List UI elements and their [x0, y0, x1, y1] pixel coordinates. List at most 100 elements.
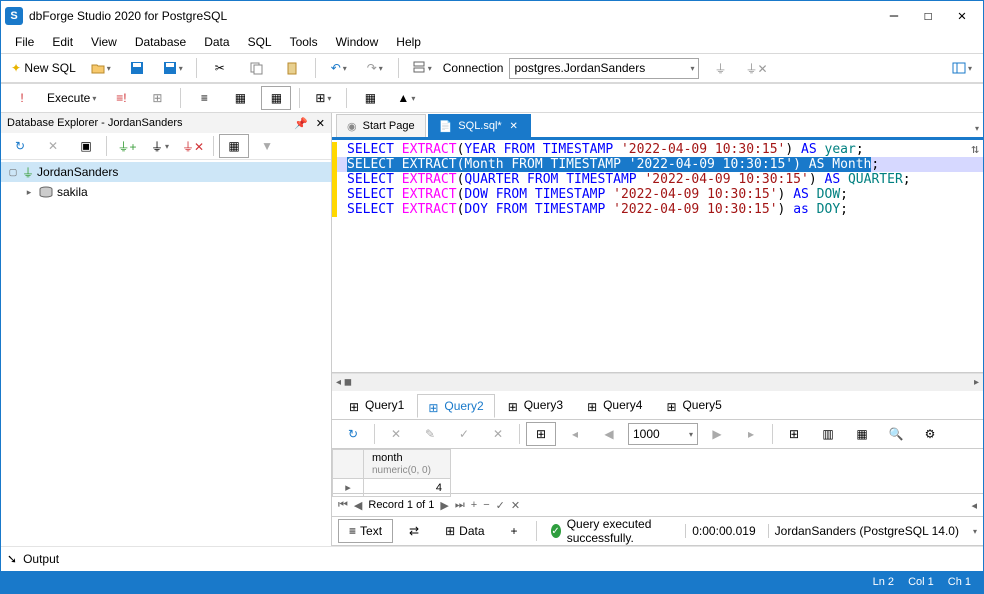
expand-icon[interactable]: ▢ [7, 167, 19, 178]
code-line[interactable]: SELECT EXTRACT(DOW FROM TIMESTAMP '2022-… [332, 187, 983, 202]
result-grid[interactable]: monthnumeric(0, 0) ▸4 [332, 449, 983, 494]
execute-button[interactable]: Execute▾ [43, 86, 100, 110]
pin-icon[interactable]: 📌 [294, 117, 308, 130]
result-tab-query5[interactable]: ⊞Query5 [655, 393, 732, 417]
new-sql-button[interactable]: ✦ New SQL [7, 56, 80, 80]
connection-select[interactable]: postgres.JordanSanders▾ [509, 58, 699, 79]
refresh-icon[interactable]: ↻ [5, 134, 35, 158]
result-tab-query1[interactable]: ⊞Query1 [338, 393, 415, 417]
result-tab-query2[interactable]: ⊞Query2 [417, 394, 494, 418]
column-header[interactable]: month [372, 452, 403, 464]
conn-props-icon[interactable]: ⏚▾ [145, 134, 175, 158]
tree-connection-node[interactable]: ▢ ⏚ JordanSanders [1, 162, 331, 182]
layout-button[interactable]: ▾ [947, 56, 977, 80]
save-button[interactable] [122, 56, 152, 80]
cut-button[interactable]: ✂ [205, 56, 235, 80]
grid-mode-icon[interactable]: ⊞ [526, 422, 556, 446]
filter-icon[interactable]: ▼ [252, 134, 282, 158]
cancel-grid-icon[interactable]: ✕ [381, 422, 411, 446]
menu-window[interactable]: Window [328, 33, 387, 51]
format-icon[interactable]: ≡ [189, 86, 219, 110]
debug-icon[interactable]: ⊞ [142, 86, 172, 110]
expand-icon[interactable]: ▸ [23, 187, 35, 198]
tab-start-page[interactable]: ◉ Start Page [336, 114, 426, 137]
output-panel-tab[interactable]: ➘ Output [1, 546, 983, 571]
nav-commit-icon[interactable]: ✓ [496, 499, 505, 512]
result-tab-query3[interactable]: ⊞Query3 [497, 393, 574, 417]
find-icon[interactable]: 🔍 [881, 422, 911, 446]
refresh-grid-icon[interactable]: ↻ [338, 422, 368, 446]
prev-page-icon[interactable]: ◀ [594, 422, 624, 446]
stop-button[interactable]: ! [7, 86, 37, 110]
schema-icon[interactable]: ⊞▾ [308, 86, 338, 110]
tree-db-node[interactable]: ▸ sakila [1, 182, 331, 202]
card-view-icon[interactable]: ▥ [813, 422, 843, 446]
commit-icon[interactable]: ✓ [449, 422, 479, 446]
nav-first-icon[interactable]: ⏮ [338, 499, 348, 512]
collapse-icon[interactable]: ▣ [71, 134, 101, 158]
menu-database[interactable]: Database [127, 33, 194, 51]
data-tab[interactable]: ⊞Data [435, 520, 494, 542]
menu-tools[interactable]: Tools [282, 33, 326, 51]
code-line[interactable]: SELECT EXTRACT(YEAR FROM TIMESTAMP '2022… [332, 142, 983, 157]
page-size-input[interactable]: 1000▾ [628, 423, 698, 445]
open-button[interactable]: ▾ [86, 56, 116, 80]
toggle-icon[interactable]: ▦ [261, 86, 291, 110]
connection-icon[interactable]: ▾ [407, 56, 437, 80]
unplug-icon[interactable]: ⏚✕ [741, 56, 771, 80]
menu-help[interactable]: Help [388, 33, 429, 51]
tab-menu-icon[interactable]: ▾ [971, 120, 983, 137]
export-icon[interactable]: ▦ [355, 86, 385, 110]
menu-edit[interactable]: Edit [44, 33, 81, 51]
new-conn-icon[interactable]: ⏚+ [112, 134, 142, 158]
text-tab[interactable]: ≡Text [338, 519, 393, 543]
rollback-icon[interactable]: ✕ [483, 422, 513, 446]
first-page-icon[interactable]: ◂ [560, 422, 590, 446]
nav-add-icon[interactable]: + [471, 499, 477, 511]
nav-cancel-icon[interactable]: ✕ [511, 499, 520, 512]
swap-tab[interactable]: ⇄ [399, 520, 429, 542]
nav-del-icon[interactable]: − [483, 499, 489, 511]
pivot-icon[interactable]: ▦ [847, 422, 877, 446]
delete-icon[interactable]: ✕ [38, 134, 68, 158]
minimize-button[interactable]: — [877, 4, 911, 28]
last-page-icon[interactable]: ▸ [736, 422, 766, 446]
menu-file[interactable]: File [7, 33, 42, 51]
editor-scrollbar[interactable]: ◂ ◼▸ [332, 373, 983, 391]
menu-sql[interactable]: SQL [240, 33, 280, 51]
add-tab[interactable]: + [501, 520, 528, 542]
nav-last-icon[interactable]: ⏭ [455, 499, 465, 512]
grid-view-icon[interactable]: ⊞ [779, 422, 809, 446]
paste-button[interactable] [277, 56, 307, 80]
split-icon[interactable]: ⇅ [971, 142, 979, 157]
options-icon[interactable]: ⚙ [915, 422, 945, 446]
tab-sql-file[interactable]: 📄 SQL.sql* ✕ [428, 114, 531, 137]
db-tree[interactable]: ▢ ⏚ JordanSanders ▸ sakila [1, 160, 331, 546]
save-all-button[interactable]: ▾ [158, 56, 188, 80]
tab-close-icon[interactable]: ✕ [508, 120, 520, 132]
undo-button[interactable]: ↶▾ [324, 56, 354, 80]
sql-editor[interactable]: ⇅ SELECT EXTRACT(YEAR FROM TIMESTAMP '20… [332, 140, 983, 373]
show-table-icon[interactable]: ▦ [219, 134, 249, 158]
copy-button[interactable] [241, 56, 271, 80]
redo-button[interactable]: ↷▾ [360, 56, 390, 80]
edit-grid-icon[interactable]: ✎ [415, 422, 445, 446]
plug-icon[interactable]: ⏚ [705, 56, 735, 80]
status-menu-icon[interactable]: ▾ [973, 527, 977, 536]
next-page-icon[interactable]: ▶ [702, 422, 732, 446]
menu-data[interactable]: Data [196, 33, 237, 51]
code-line[interactable]: SELECT EXTRACT(DOY FROM TIMESTAMP '2022-… [332, 202, 983, 217]
menu-view[interactable]: View [83, 33, 125, 51]
disconnect-icon[interactable]: ⏚✕ [178, 134, 208, 158]
image-icon[interactable]: ▲▾ [391, 86, 421, 110]
nav-next-icon[interactable]: ▶ [440, 499, 448, 512]
nav-prev-icon[interactable]: ◀ [354, 499, 362, 512]
execute-script-icon[interactable]: ≡! [106, 86, 136, 110]
result-tab-query4[interactable]: ⊞Query4 [576, 393, 653, 417]
close-button[interactable]: ✕ [945, 4, 979, 28]
code-line[interactable]: SELECT EXTRACT(QUARTER FROM TIMESTAMP '2… [332, 172, 983, 187]
maximize-button[interactable]: ☐ [911, 4, 945, 28]
snippet-icon[interactable]: ▦ [225, 86, 255, 110]
panel-close-icon[interactable]: ✕ [316, 117, 325, 130]
code-line[interactable]: SELECT EXTRACT(Month FROM TIMESTAMP '202… [332, 157, 983, 172]
